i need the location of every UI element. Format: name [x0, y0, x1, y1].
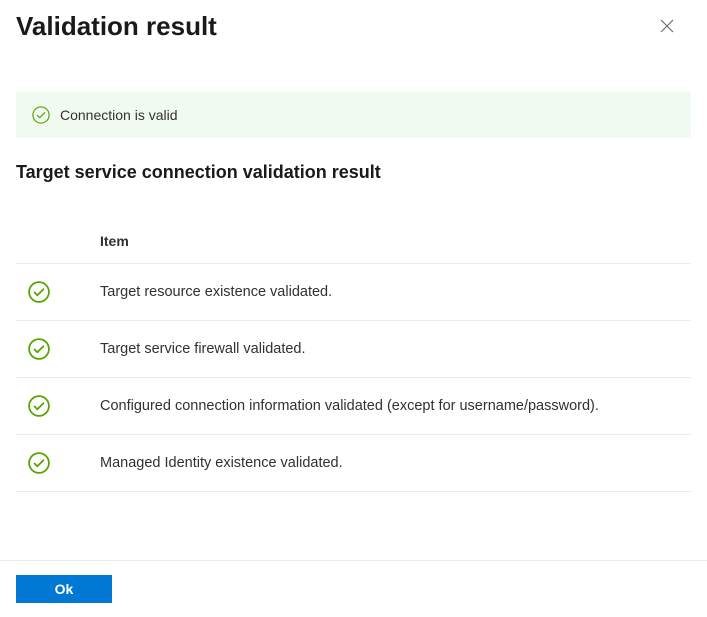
check-circle-icon: [28, 452, 50, 474]
row-item-text: Target resource existence validated.: [100, 284, 691, 300]
table-row: Target resource existence validated.: [16, 264, 691, 321]
table-row: Target service firewall validated.: [16, 321, 691, 378]
check-circle-icon: [28, 281, 50, 303]
dialog-title: Validation result: [16, 11, 217, 42]
row-status: [16, 338, 100, 360]
dialog-footer: Ok: [0, 560, 707, 617]
row-status: [16, 281, 100, 303]
row-item-text: Managed Identity existence validated.: [100, 455, 691, 471]
row-item-text: Target service firewall validated.: [100, 341, 691, 357]
col-item-header: Item: [100, 233, 691, 249]
row-item-text: Configured connection information valida…: [100, 398, 691, 414]
row-status: [16, 395, 100, 417]
status-text: Connection is valid: [60, 107, 178, 123]
check-circle-icon: [32, 106, 50, 124]
status-banner: Connection is valid: [16, 92, 691, 138]
validation-table: Item Target resource existence validated…: [0, 223, 707, 492]
close-button[interactable]: [651, 10, 683, 42]
close-icon: [660, 19, 674, 33]
table-row: Configured connection information valida…: [16, 378, 691, 435]
section-title: Target service connection validation res…: [0, 162, 707, 183]
row-status: [16, 452, 100, 474]
ok-button[interactable]: Ok: [16, 575, 112, 603]
table-header: Item: [16, 223, 691, 264]
check-circle-icon: [28, 338, 50, 360]
col-status-header: [16, 233, 100, 249]
table-row: Managed Identity existence validated.: [16, 435, 691, 492]
dialog-header: Validation result: [0, 0, 707, 52]
check-circle-icon: [28, 395, 50, 417]
